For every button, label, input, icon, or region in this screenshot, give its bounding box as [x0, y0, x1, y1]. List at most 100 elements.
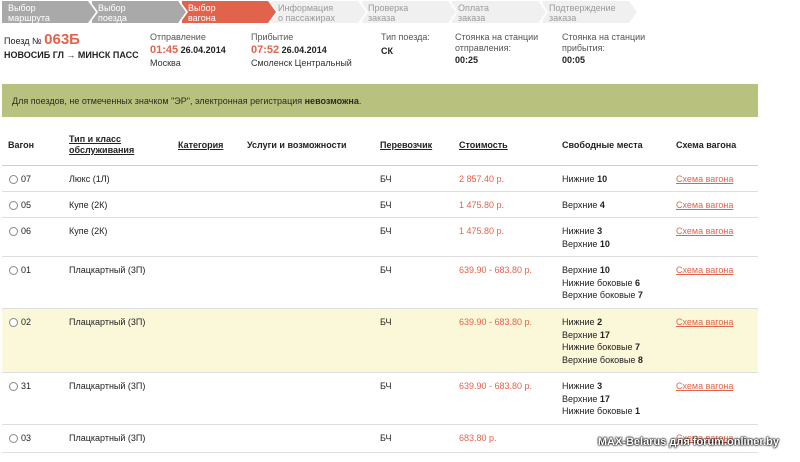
seat-type: Верхние	[562, 200, 600, 210]
step-label: вагона	[188, 13, 216, 23]
arrival-date: 26.04.2014	[281, 45, 327, 55]
car-class: Плацкартный (3П)	[69, 433, 146, 443]
car-scheme-link[interactable]: Схема вагона	[676, 199, 733, 212]
seat-line: Верхние боковые 8	[562, 354, 643, 367]
seat-count: 8	[637, 354, 643, 365]
step-train[interactable]: Выбор поезда	[92, 1, 188, 23]
stop-arrival-value: 00:05	[562, 55, 586, 65]
col-price-label: Стоимость	[459, 140, 508, 150]
step-label: поезда	[98, 13, 127, 23]
seat-line: Верхние 17	[562, 393, 640, 406]
col-price[interactable]: Стоимость	[459, 140, 508, 151]
seat-count: 1	[635, 406, 641, 416]
progress-steps: Выбор маршрута Выбор поезда Выбор вагона…	[0, 0, 800, 24]
table-row[interactable]: 07 Люкс (1Л) БЧ 2 857.40 р. Нижние 10 Схема в…	[2, 166, 758, 192]
stop-arrival-label: прибытия:	[562, 43, 606, 53]
seat-line: Нижние 2	[562, 316, 643, 329]
seat-count: 17	[599, 393, 610, 404]
seat-type: Верхние боковые	[562, 354, 638, 365]
stop-departure: Стоянка на станции отправления: 00:25	[455, 32, 538, 66]
table-row[interactable]: 06 Купе (2К) БЧ 1 475.80 р. Нижние 3 Верхние …	[2, 218, 758, 257]
car-carrier: БЧ	[380, 174, 392, 184]
seat-type: Верхние	[562, 393, 600, 404]
car-class: Плацкартный (3П)	[69, 265, 146, 275]
car-scheme-link[interactable]: Схема вагона	[676, 316, 733, 329]
seat-count: 3	[597, 226, 603, 236]
step-label: Оплата	[458, 3, 489, 13]
step-route[interactable]: Выбор маршрута	[2, 1, 98, 23]
stop-departure-label: Стоянка на станции	[455, 32, 539, 42]
col-class-line: Тип и класс	[69, 134, 122, 144]
seat-type: Верхние	[562, 238, 600, 249]
seat-type: Верхние	[562, 329, 600, 340]
stop-departure-value: 00:25	[455, 55, 479, 65]
seat-line: Верхние 10	[562, 264, 643, 277]
notice-end: .	[358, 96, 362, 106]
table-row[interactable]: 05 Купе (2К) БЧ 1 475.80 р. Верхние 4 Схема в…	[2, 192, 758, 218]
free-seats: Нижние 3 Верхние 17 Нижние боковые 1	[562, 380, 640, 418]
train-number-value: 063Б	[44, 31, 80, 48]
col-services: Услуги и возможности	[247, 140, 347, 150]
car-radio[interactable]	[9, 434, 18, 443]
car-class: Плацкартный (3П)	[69, 317, 146, 327]
car-number: 05	[21, 200, 32, 210]
car-number: 03	[21, 433, 32, 443]
seat-count: 17	[599, 329, 610, 340]
car-price: 1 475.80 р.	[459, 200, 505, 210]
step-label: Подтверждение	[549, 3, 616, 13]
car-class: Купе (2К)	[69, 226, 108, 236]
table-header: Вагон Тип и класс обслуживания Категория…	[2, 126, 758, 166]
table-row[interactable]: 02 Плацкартный (3П) БЧ 639.90 - 683.80 р. Ни…	[2, 309, 758, 373]
table-row[interactable]: 01 Плацкартный (3П) БЧ 639.90 - 683.80 р. Ве…	[2, 257, 758, 309]
car-scheme-link[interactable]: Схема вагона	[676, 380, 733, 393]
train-route: НОВОСИБ ГЛ → МИНСК ПАСС	[4, 50, 139, 60]
seat-line: Нижние боковые 1	[562, 405, 640, 418]
step-label: Выбор	[98, 3, 126, 13]
stop-arrival: Стоянка на станции прибытия: 00:05	[562, 32, 645, 66]
free-seats: Верхние 10 Нижние боковые 6 Верхние боковы…	[562, 264, 643, 302]
arrival-station: Смоленск Центральный	[251, 58, 352, 68]
table-row[interactable]: 31 Плацкартный (3П) БЧ 639.90 - 683.80 р. Ни…	[2, 373, 758, 425]
free-seats: Нижние 2 Верхние 17 Нижние боковые 7 Верхни…	[562, 316, 643, 366]
seat-type: Нижние боковые	[562, 406, 636, 416]
car-scheme-link[interactable]: Схема вагона	[676, 173, 733, 186]
train-summary: Поезд № 063Б НОВОСИБ ГЛ → МИНСК ПАСС	[4, 32, 139, 61]
seat-type: Нижние	[562, 226, 598, 236]
step-confirm: Подтверждение заказа	[543, 1, 639, 23]
car-radio[interactable]	[9, 382, 18, 391]
car-radio[interactable]	[9, 175, 18, 184]
col-carrier[interactable]: Перевозчик	[380, 140, 432, 151]
seat-line: Верхние 4	[562, 199, 605, 212]
seat-type: Нижние боковые	[562, 277, 636, 288]
car-scheme-link[interactable]: Схема вагона	[676, 225, 733, 238]
train-info: Поезд № 063Б НОВОСИБ ГЛ → МИНСК ПАСС Отп…	[0, 32, 800, 78]
arrival-time: 07:52	[251, 44, 280, 56]
step-label: Выбор	[8, 3, 36, 13]
car-price: 639.90 - 683.80 р.	[459, 381, 533, 391]
seat-line: Нижние боковые 6	[562, 277, 643, 290]
col-class[interactable]: Тип и класс обслуживания	[69, 134, 134, 156]
seat-count: 7	[635, 342, 641, 352]
departure-label: Отправление	[150, 32, 206, 42]
car-scheme-link[interactable]: Схема вагона	[676, 264, 733, 277]
col-category-label: Категория	[178, 140, 224, 150]
step-payment: Оплата заказа	[452, 1, 548, 23]
car-radio[interactable]	[9, 201, 18, 210]
col-scheme: Схема вагона	[676, 140, 737, 150]
car-radio[interactable]	[9, 318, 18, 327]
departure-station: Москва	[150, 58, 181, 68]
seat-type: Нижние боковые	[562, 342, 636, 352]
seat-line: Нижние 10	[562, 173, 607, 186]
arrival-label: Прибытие	[251, 32, 294, 42]
departure-time: 01:45	[150, 44, 179, 56]
col-class-line: обслуживания	[69, 145, 135, 155]
car-radio[interactable]	[9, 266, 18, 275]
car-number: 01	[21, 265, 32, 275]
car-radio[interactable]	[9, 227, 18, 236]
car-number: 06	[21, 226, 32, 236]
col-seats: Свободные места	[562, 140, 643, 150]
car-class: Купе (2К)	[69, 200, 108, 210]
col-category[interactable]: Категория	[178, 140, 223, 151]
car-number: 07	[21, 174, 32, 184]
free-seats: Верхние 4	[562, 199, 605, 212]
